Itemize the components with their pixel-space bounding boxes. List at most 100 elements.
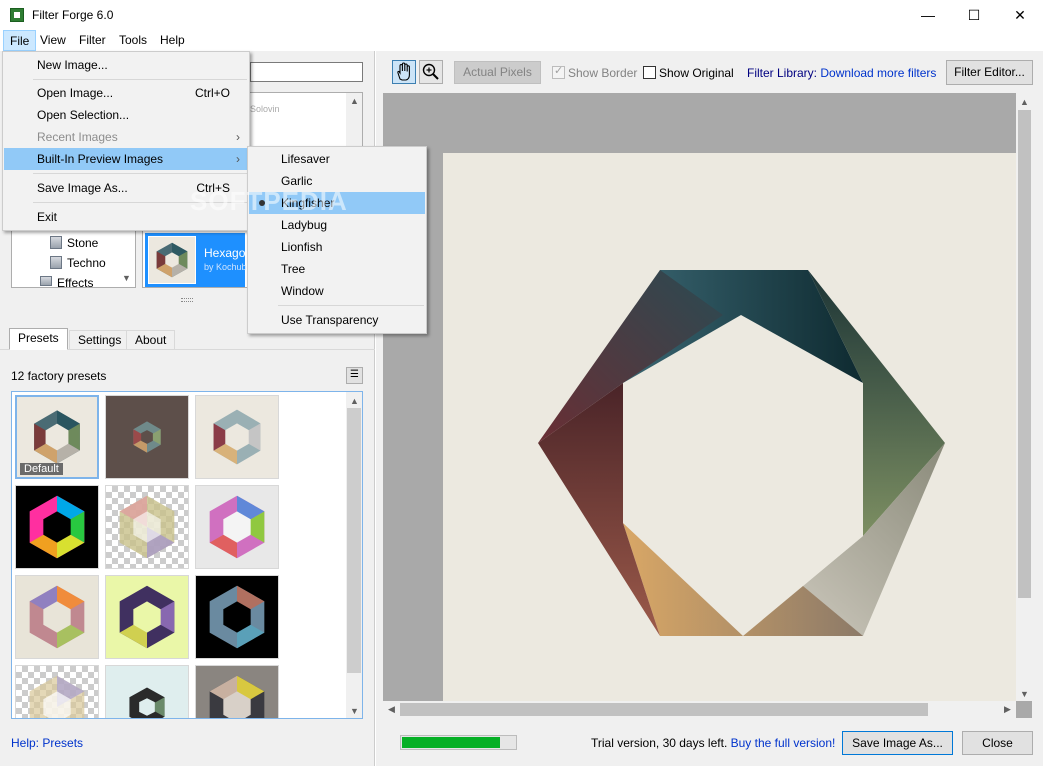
preset-thumbnail[interactable] xyxy=(15,665,99,718)
preset-thumbnail[interactable] xyxy=(105,665,189,718)
preset-count: 12 factory presets xyxy=(11,369,107,383)
preview-item-lifesaver[interactable]: Lifesaver xyxy=(249,148,425,170)
chevron-up-icon[interactable]: ▲ xyxy=(350,96,359,106)
trial-status: Trial version, 30 days left. Buy the ful… xyxy=(591,736,835,750)
preview-item-lionfish[interactable]: Lionfish xyxy=(249,236,425,258)
menu-item-label: Exit xyxy=(37,210,58,224)
folder-icon xyxy=(50,236,62,249)
preview-item-tree[interactable]: Tree xyxy=(249,258,425,280)
preview-item-ladybug[interactable]: Ladybug xyxy=(249,214,425,236)
menu-item-built-in-preview-images[interactable]: Built-In Preview Images › xyxy=(4,148,248,170)
submenu-arrow-icon: › xyxy=(236,130,240,144)
chevron-left-icon[interactable]: ◀ xyxy=(388,704,395,715)
chevron-up-icon[interactable]: ▲ xyxy=(1020,97,1029,107)
preset-thumbnail[interactable] xyxy=(195,395,279,479)
window-title: Filter Forge 6.0 xyxy=(32,8,114,22)
menu-item-label: Save Image As... xyxy=(37,181,128,195)
menu-item-label: Built-In Preview Images xyxy=(37,152,164,166)
hand-icon xyxy=(397,62,410,81)
chevron-up-icon[interactable]: ▲ xyxy=(350,396,359,406)
preview-image[interactable] xyxy=(443,153,1018,701)
preset-menu-button[interactable]: ☰ xyxy=(346,367,363,384)
chevron-down-icon[interactable]: ▼ xyxy=(1020,689,1029,699)
app-icon xyxy=(10,8,24,22)
render-progress-bar xyxy=(400,735,517,750)
show-border-checkbox[interactable] xyxy=(552,64,565,79)
actual-pixels-button[interactable]: Actual Pixels xyxy=(454,61,541,84)
hand-tool-button[interactable] xyxy=(392,60,416,84)
progress-fill xyxy=(402,737,500,748)
trial-text: Trial version, 30 days left. xyxy=(591,736,731,750)
chevron-down-icon[interactable]: ▼ xyxy=(122,273,131,283)
folder-icon xyxy=(50,256,62,269)
menu-item-label: Open Selection... xyxy=(37,108,130,122)
tree-item-techno[interactable]: Techno xyxy=(67,256,106,270)
close-button[interactable]: Close xyxy=(962,731,1033,755)
show-original-checkbox[interactable] xyxy=(643,66,656,79)
preset-thumbnail[interactable] xyxy=(195,485,279,569)
menu-item-label: New Image... xyxy=(37,58,108,72)
watermark: SOFTPEDIA xyxy=(190,186,348,216)
filter-library-prefix: Filter Library: xyxy=(747,66,821,80)
filter-search-input[interactable] xyxy=(250,62,363,82)
menu-filter[interactable]: Filter xyxy=(73,30,112,51)
tab-about[interactable]: About xyxy=(126,330,176,349)
splitter-grip-icon[interactable] xyxy=(181,298,193,302)
preview-item-window[interactable]: Window xyxy=(249,280,425,302)
submenu-arrow-icon: › xyxy=(236,152,240,166)
menu-help[interactable]: Help xyxy=(154,30,191,51)
help-presets-link[interactable]: Help: Presets xyxy=(11,736,83,750)
menu-item-recent-images[interactable]: Recent Images › xyxy=(4,126,248,148)
preset-thumbnail[interactable] xyxy=(105,485,189,569)
preview-item-use-transparency[interactable]: Use Transparency xyxy=(249,309,425,331)
preset-thumbnail[interactable] xyxy=(195,665,279,718)
menu-file[interactable]: File xyxy=(3,30,37,51)
menu-item-label: Recent Images xyxy=(37,130,118,144)
preset-thumbnail[interactable] xyxy=(105,395,189,479)
filter-editor-button[interactable]: Filter Editor... xyxy=(946,60,1033,85)
menu-view[interactable]: View xyxy=(34,30,72,51)
preview-images-submenu: Lifesaver Garlic Kingfisher Ladybug Lion… xyxy=(247,146,427,334)
preset-thumbnail[interactable]: Default xyxy=(15,395,99,479)
show-border-label: Show Border xyxy=(568,66,638,80)
zoom-tool-button[interactable] xyxy=(419,60,443,84)
zoom-in-icon xyxy=(422,63,439,80)
preset-thumbnail[interactable] xyxy=(105,575,189,659)
preset-thumbnail[interactable] xyxy=(15,485,99,569)
tree-item-stone[interactable]: Stone xyxy=(67,236,98,250)
filter-thumbnail xyxy=(148,236,196,284)
chevron-right-icon[interactable]: ▶ xyxy=(1004,704,1011,715)
default-preset-label: Default xyxy=(20,463,63,475)
download-more-filters-link[interactable]: Download more filters xyxy=(820,66,936,80)
maximize-button[interactable]: ☐ xyxy=(951,0,997,30)
canvas-vertical-thumb[interactable] xyxy=(1018,110,1031,598)
filter-name: Hexagon xyxy=(204,246,253,260)
preset-scrollbar-thumb[interactable] xyxy=(347,408,361,673)
title-bar xyxy=(0,0,1043,30)
menu-separator xyxy=(33,79,247,80)
chevron-down-icon[interactable]: ▼ xyxy=(350,706,359,716)
preset-thumbnail[interactable] xyxy=(195,575,279,659)
preset-grid: Default xyxy=(11,391,363,719)
hexagon-render xyxy=(538,270,945,636)
show-original-label: Show Original xyxy=(659,66,734,80)
tree-item-effects[interactable]: Effects xyxy=(57,276,93,287)
buy-full-version-link[interactable]: Buy the full version! xyxy=(731,736,836,750)
filter-author: by Kochub xyxy=(204,262,247,272)
menu-item-open-selection[interactable]: Open Selection... xyxy=(4,104,248,126)
menu-item-label: Open Image... xyxy=(37,86,114,100)
save-image-as-button[interactable]: Save Image As... xyxy=(842,731,953,755)
canvas-horizontal-thumb[interactable] xyxy=(400,703,928,716)
folder-icon xyxy=(40,276,52,286)
menu-separator xyxy=(278,305,424,306)
menu-item-open-image[interactable]: Open Image... Ctrl+O xyxy=(4,82,248,104)
close-window-button[interactable]: ✕ xyxy=(997,0,1043,30)
minimize-button[interactable]: — xyxy=(905,0,951,30)
menu-item-new-image[interactable]: New Image... xyxy=(4,54,248,76)
preset-thumbnail[interactable] xyxy=(15,575,99,659)
filter-library-link[interactable]: Filter Library: Download more filters xyxy=(747,66,936,80)
tab-settings[interactable]: Settings xyxy=(69,330,131,349)
tab-presets[interactable]: Presets xyxy=(9,328,68,350)
filter-author-faint: Solovin xyxy=(250,104,280,114)
menu-tools[interactable]: Tools xyxy=(113,30,153,51)
